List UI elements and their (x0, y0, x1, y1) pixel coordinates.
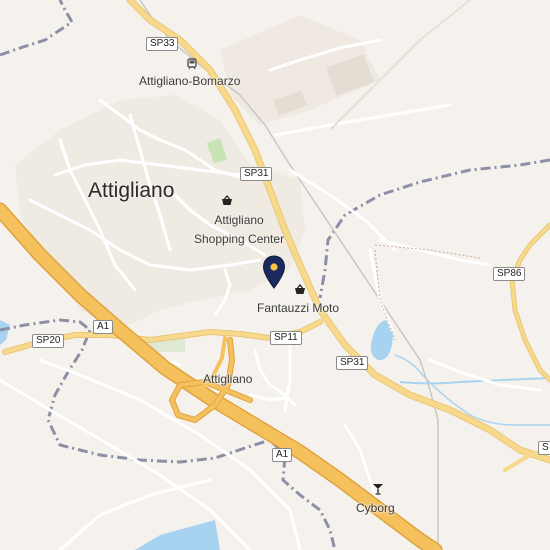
station-label[interactable]: Attigliano-Bomarzo (139, 74, 240, 88)
shopping-center-label[interactable]: Attigliano Shopping Center (194, 211, 284, 249)
road-shield-ref: SP86 (497, 268, 522, 279)
road-shield-ref: A1 (276, 449, 289, 460)
road-shield-sp20: SP20 (32, 334, 65, 348)
stream (399, 377, 550, 385)
road-shield-sp33: SP33 (146, 37, 179, 51)
road-shield-sp-partial: S (538, 441, 550, 455)
fantauzzi-moto-label[interactable]: Fantauzzi Moto (257, 301, 339, 315)
stream (394, 354, 550, 426)
road-shield-ref: SP31 (340, 357, 365, 368)
road-shield-ref: S (542, 442, 549, 453)
cyborg-label[interactable]: Cyborg (356, 501, 395, 515)
town-label-attigliano[interactable]: Attigliano (88, 179, 174, 203)
road-shield-sp31: SP31 (336, 356, 369, 370)
road-shield-a1: A1 (93, 320, 114, 334)
road-shield-sp31: SP31 (240, 167, 273, 181)
road-shield-ref: SP20 (36, 335, 61, 346)
road-shield-ref: SP11 (274, 332, 298, 343)
road-shield-sp11: SP11 (270, 331, 302, 345)
road-shield-ref: SP31 (244, 168, 269, 179)
cocktail-bar-icon[interactable] (371, 482, 385, 496)
location-pin-icon[interactable] (262, 255, 286, 289)
lake-edge (0, 320, 10, 345)
road-shield-sp86: SP86 (493, 267, 526, 281)
road-shield-ref: A1 (97, 321, 110, 332)
lake (135, 520, 220, 550)
road-shield-ref: SP33 (150, 38, 175, 49)
map-canvas[interactable]: SP33 SP31 SP31 SP11 SP20 SP86 A1 A1 S At… (0, 0, 550, 550)
shopping-basket-icon[interactable] (220, 194, 234, 208)
road-shield-a1: A1 (272, 448, 293, 462)
interchange-label[interactable]: Attigliano (203, 372, 252, 386)
train-station-icon[interactable] (185, 57, 199, 71)
shopping-basket-icon[interactable] (293, 283, 307, 297)
